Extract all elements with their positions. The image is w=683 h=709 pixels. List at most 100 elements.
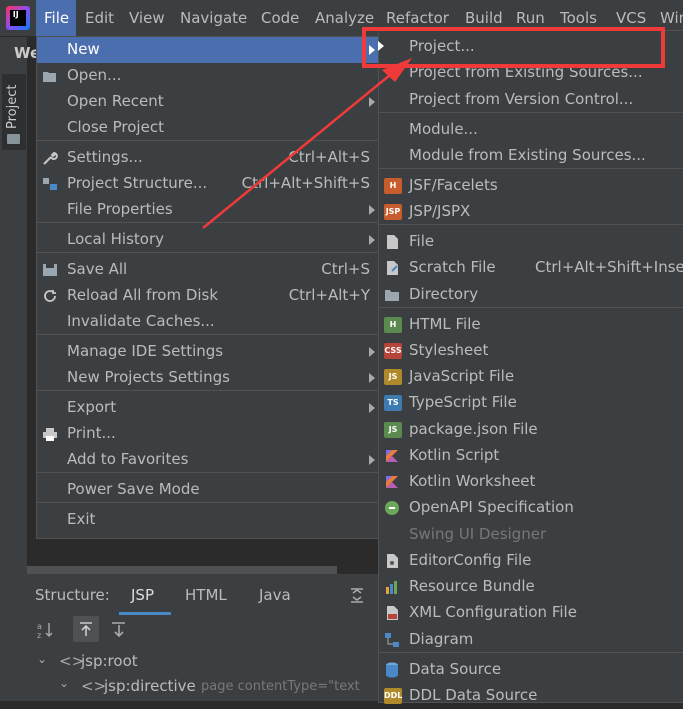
annotation-highlight-box	[362, 27, 665, 68]
new-menu-item-directory[interactable]: Directory	[379, 282, 683, 308]
kotlin-worksheet-icon	[384, 474, 400, 488]
scroll-from-source-button[interactable]	[73, 616, 99, 642]
menu-file[interactable]: File	[36, 0, 76, 36]
new-menu-item-jsp-jspx[interactable]: JSP JSP/JSPX	[379, 199, 683, 225]
menu-vcs[interactable]: VCS	[616, 9, 646, 27]
file-menu-item-save-all[interactable]: Save All Ctrl+S	[37, 257, 379, 283]
directory-icon	[384, 287, 400, 301]
new-menu-item-openapi-specification[interactable]: OpenAPI Specification	[379, 495, 683, 521]
menu-refactor[interactable]: Refactor	[386, 9, 449, 27]
submenu-arrow-icon	[369, 347, 375, 357]
submenu-arrow-icon	[369, 235, 375, 245]
new-menu-item-html-file[interactable]: H HTML File	[379, 312, 683, 338]
new-menu-item-kotlin-script[interactable]: Kotlin Script	[379, 443, 683, 469]
tab-html[interactable]: HTML	[185, 586, 227, 604]
file-menu-item-open[interactable]: Open...	[37, 63, 379, 89]
menu-item-label: File Properties	[67, 200, 173, 218]
css-icon: CSS	[384, 343, 402, 359]
file-menu-item-exit[interactable]: Exit	[37, 507, 379, 533]
chevron-down-icon[interactable]: ⌄	[59, 676, 69, 690]
menu-view[interactable]: View	[129, 9, 165, 27]
project-structure-icon	[42, 177, 58, 191]
new-menu-item-jsf-facelets[interactable]: H JSF/Facelets	[379, 173, 683, 199]
tag-icon: <>	[81, 677, 107, 695]
menu-run[interactable]: Run	[516, 9, 545, 27]
file-menu-item-export[interactable]: Export	[37, 395, 379, 421]
new-menu-item-ddl-data-source[interactable]: DDL DDL Data Source	[379, 683, 683, 709]
new-menu-item-xml-configuration-file[interactable]: XML Configuration File	[379, 600, 683, 626]
file-menu-item-settings[interactable]: Settings... Ctrl+Alt+S	[37, 145, 379, 171]
file-menu-item-close-project[interactable]: Close Project	[37, 115, 379, 141]
new-menu-item-resource-bundle[interactable]: Resource Bundle	[379, 574, 683, 600]
file-menu-item-local-history[interactable]: Local History	[37, 227, 379, 253]
kotlin-icon	[384, 448, 400, 462]
arrow-up-icon	[80, 622, 92, 636]
file-menu-item-file-properties[interactable]: File Properties	[37, 197, 379, 223]
menu-item-label: package.json File	[409, 420, 538, 438]
menu-window[interactable]: Win	[660, 9, 683, 27]
new-menu-item-package-json-file[interactable]: JS package.json File	[379, 417, 683, 443]
file-menu-item-new-projects-settings[interactable]: New Projects Settings	[37, 365, 379, 391]
tab-java[interactable]: Java	[259, 586, 291, 604]
collapse-all-icon[interactable]	[349, 586, 365, 604]
menu-item-label: Power Save Mode	[67, 480, 200, 498]
tab-jsp[interactable]: JSP	[131, 586, 154, 604]
new-menu-item-file[interactable]: File	[379, 229, 683, 255]
new-menu-item-javascript-file[interactable]: JS JavaScript File	[379, 364, 683, 390]
new-menu-item-scratch-file[interactable]: Scratch File Ctrl+Alt+Shift+Inser	[379, 255, 683, 281]
new-menu-item-editorconfig-file[interactable]: EditorConfig File	[379, 548, 683, 574]
file-menu-item-manage-ide-settings[interactable]: Manage IDE Settings	[37, 339, 379, 365]
new-menu-item-module-from-existing-sources[interactable]: Module from Existing Sources...	[379, 143, 683, 169]
menu-edit[interactable]: Edit	[85, 9, 114, 27]
file-menu-item-project-structure[interactable]: Project Structure... Ctrl+Alt+Shift+S	[37, 171, 379, 197]
file-menu-item-new[interactable]: New	[37, 37, 379, 63]
file-menu-item-power-save-mode[interactable]: Power Save Mode	[37, 477, 379, 503]
tree-node-jsp-directive[interactable]: jsp:directive	[104, 677, 196, 695]
new-menu-item-project-from-version-control[interactable]: Project from Version Control...	[379, 87, 683, 113]
new-menu-item-module[interactable]: Module...	[379, 117, 683, 143]
menu-item-label: Project Structure...	[67, 174, 208, 192]
menu-item-label: Add to Favorites	[67, 450, 189, 468]
menu-item-label: XML Configuration File	[409, 603, 577, 621]
submenu-arrow-icon	[369, 455, 375, 465]
svg-text:z: z	[37, 631, 41, 640]
menu-item-label: Local History	[67, 230, 165, 248]
new-menu-item-typescript-file[interactable]: TS TypeScript File	[379, 390, 683, 416]
active-tab-indicator	[119, 612, 171, 615]
tree-node-jsp-root[interactable]: jsp:root	[81, 652, 138, 670]
html-file-icon: H	[384, 317, 402, 333]
menu-item-label: JSP/JSPX	[409, 202, 471, 220]
menu-tools[interactable]: Tools	[560, 9, 597, 27]
menu-item-label: Save All	[67, 260, 128, 278]
menu-build[interactable]: Build	[465, 9, 503, 27]
menu-navigate[interactable]: Navigate	[180, 9, 247, 27]
save-icon	[42, 263, 58, 277]
nodejs-icon: JS	[384, 422, 402, 438]
file-menu-item-invalidate-caches[interactable]: Invalidate Caches...	[37, 309, 379, 335]
file-menu-item-open-recent[interactable]: Open Recent	[37, 89, 379, 115]
new-menu-item-data-source[interactable]: Data Source	[379, 657, 683, 683]
new-menu-item-stylesheet[interactable]: CSS Stylesheet	[379, 338, 683, 364]
chevron-down-icon[interactable]: ⌄	[37, 652, 47, 666]
menu-item-label: Swing UI Designer	[409, 525, 547, 543]
menu-analyze[interactable]: Analyze	[315, 9, 374, 27]
file-menu-item-add-to-favorites[interactable]: Add to Favorites	[37, 447, 379, 473]
folder-icon	[7, 134, 20, 144]
arrow-down-icon[interactable]	[109, 620, 129, 640]
menu-item-label: Reload All from Disk	[67, 286, 219, 304]
menu-item-shortcut: Ctrl+Alt+Y	[288, 286, 370, 304]
structure-label: Structure:	[35, 586, 110, 604]
new-menu-item-kotlin-worksheet[interactable]: Kotlin Worksheet	[379, 469, 683, 495]
diagram-icon	[384, 632, 400, 647]
horizontal-scrollbar[interactable]	[27, 566, 337, 574]
file-menu: New Open... Open Recent Close Project Settin…	[36, 36, 380, 539]
menu-code[interactable]: Code	[261, 9, 299, 27]
file-menu-item-reload-all[interactable]: Reload All from Disk Ctrl+Alt+Y	[37, 283, 379, 309]
file-menu-item-print[interactable]: Print...	[37, 421, 379, 447]
intellij-logo-icon: IJ	[6, 6, 30, 30]
menu-item-label: DDL Data Source	[409, 686, 538, 704]
menu-item-label: Diagram	[409, 630, 474, 648]
new-menu-item-diagram[interactable]: Diagram	[379, 627, 683, 653]
sort-alpha-icon[interactable]: az	[37, 620, 57, 640]
menu-item-label: Data Source	[409, 660, 502, 678]
